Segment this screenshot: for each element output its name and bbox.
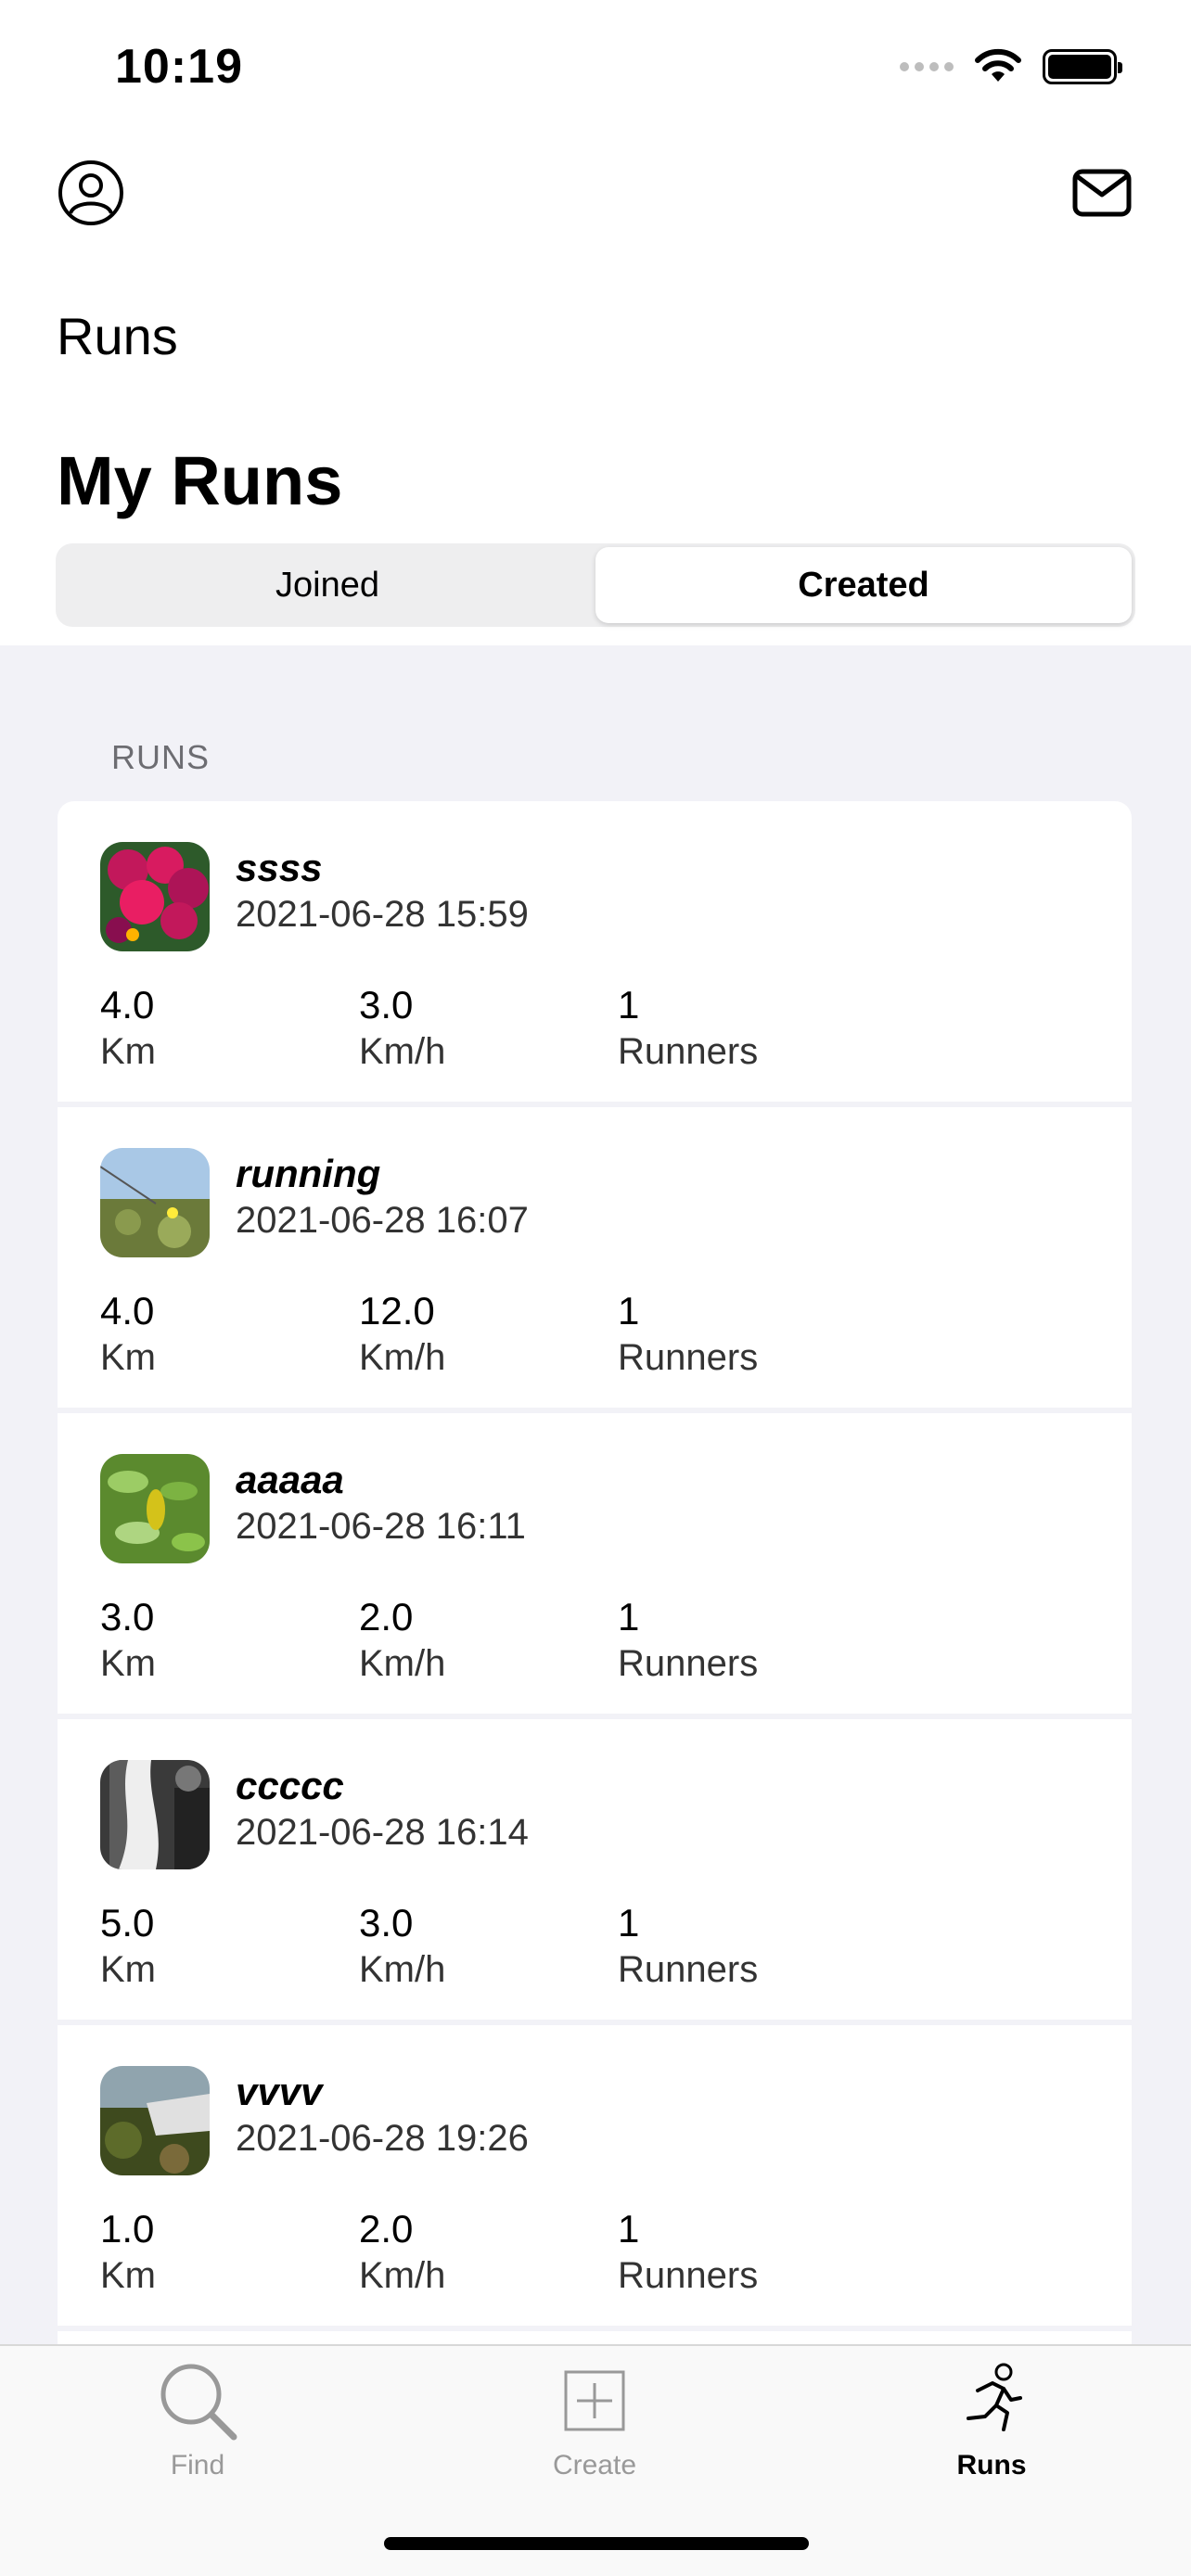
tab-create[interactable]: Create: [502, 2359, 687, 2481]
runners-stat: 1 Runners: [618, 1289, 759, 1378]
speed-stat: 2.0 Km/h: [359, 1595, 446, 1684]
run-name: ssss: [236, 846, 323, 889]
tab-label: Runs: [956, 2450, 1027, 2480]
status-bar: 10:19: [0, 0, 1191, 130]
home-indicator: [384, 2537, 809, 2550]
profile-button[interactable]: [54, 156, 128, 230]
tab-find[interactable]: Find: [105, 2359, 290, 2481]
run-datetime: 2021-06-28 15:59: [236, 894, 529, 935]
speed-stat: 2.0 Km/h: [359, 2207, 446, 2296]
runner-icon: [967, 2363, 1022, 2431]
runners-stat: 1 Runners: [618, 1595, 759, 1684]
run-name: vvvv: [236, 2070, 323, 2113]
run-name: ccccc: [236, 1764, 344, 1807]
run-row[interactable]: running 2021-06-28 16:07 4.0 Km 12.0 Km/h …: [58, 1107, 1132, 1413]
search-icon: [160, 2364, 237, 2441]
run-thumbnail: [100, 2066, 210, 2175]
runners-stat: 1 Runners: [618, 983, 759, 1072]
run-row-partial[interactable]: [58, 2331, 1132, 2344]
speed-stat: 3.0 Km/h: [359, 983, 446, 1072]
wifi-icon: [975, 48, 1021, 82]
mail-icon: [1072, 169, 1132, 217]
run-row[interactable]: vvvv 2021-06-28 19:26 1.0 Km 2.0 Km/h 1 Run…: [58, 2025, 1132, 2331]
profile-icon: [58, 160, 123, 225]
page-title: My Runs: [57, 442, 343, 519]
distance-stat: 1.0 Km: [100, 2207, 156, 2296]
distance-stat: 5.0 Km: [100, 1901, 156, 1990]
speed-stat: 12.0 Km/h: [359, 1289, 446, 1378]
runs-list: ssss 2021-06-28 15:59 4.0 Km 3.0 Km/h 1 Run…: [58, 801, 1132, 2344]
distance-stat: 4.0 Km: [100, 1289, 156, 1378]
run-datetime: 2021-06-28 16:14: [236, 1812, 529, 1853]
runs-list-area[interactable]: RUNS ssss 2021-06-28 15:59 4.0 Km 3.0 Km/h…: [0, 645, 1191, 2344]
runners-stat: 1 Runners: [618, 2207, 759, 2296]
segment-joined[interactable]: Joined: [59, 547, 596, 623]
distance-stat: 4.0 Km: [100, 983, 156, 1072]
battery-icon: [1043, 49, 1122, 84]
status-time: 10:19: [115, 40, 243, 94]
section-header: RUNS: [111, 738, 211, 776]
run-name: running: [236, 1152, 381, 1195]
tab-label: Create: [552, 2450, 637, 2480]
run-thumbnail: [100, 842, 210, 951]
run-row[interactable]: aaaaa 2021-06-28 16:11 3.0 Km 2.0 Km/h 1 Ru…: [58, 1413, 1132, 1719]
tab-label: Find: [170, 2450, 225, 2480]
runners-stat: 1 Runners: [618, 1901, 759, 1990]
runs-filter-segmented-control: Joined Created: [56, 543, 1135, 627]
speed-stat: 3.0 Km/h: [359, 1901, 446, 1990]
run-row[interactable]: ssss 2021-06-28 15:59 4.0 Km 3.0 Km/h 1 Run…: [58, 801, 1132, 1107]
run-datetime: 2021-06-28 16:11: [236, 1506, 526, 1547]
mail-button[interactable]: [1065, 156, 1139, 230]
run-row[interactable]: ccccc 2021-06-28 16:14 5.0 Km 3.0 Km/h 1 Ru…: [58, 1719, 1132, 2025]
distance-stat: 3.0 Km: [100, 1595, 156, 1684]
nav-title: Runs: [57, 307, 178, 365]
cellular-signal-icon: [900, 62, 954, 71]
plus-square-icon: [564, 2370, 625, 2431]
segment-created[interactable]: Created: [596, 547, 1132, 623]
run-thumbnail: [100, 1148, 210, 1257]
run-thumbnail: [100, 1454, 210, 1563]
tab-runs[interactable]: Runs: [899, 2359, 1084, 2481]
run-datetime: 2021-06-28 16:07: [236, 1200, 529, 1241]
run-name: aaaaa: [236, 1458, 344, 1501]
status-indicators: [900, 48, 1122, 85]
run-datetime: 2021-06-28 19:26: [236, 2118, 529, 2159]
run-thumbnail: [100, 1760, 210, 1869]
